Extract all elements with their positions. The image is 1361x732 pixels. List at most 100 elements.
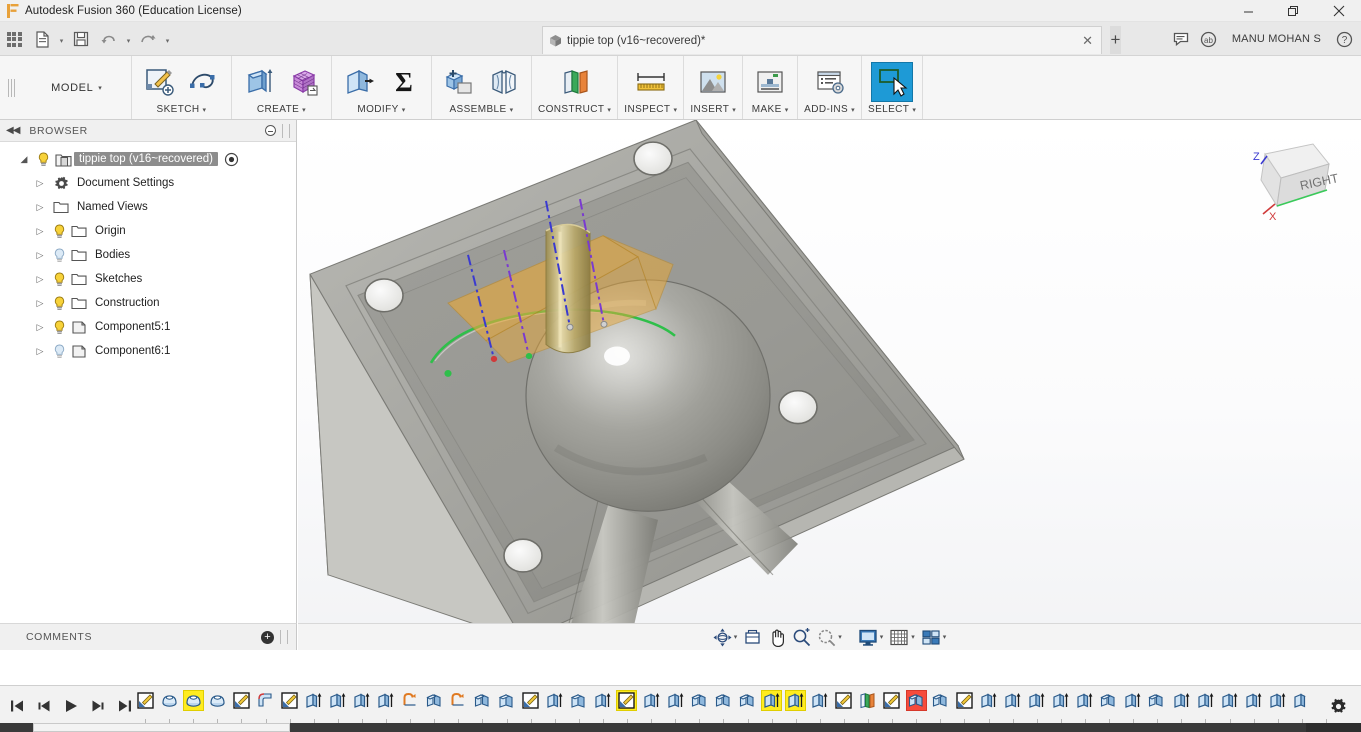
panel-resize-grip[interactable]: [282, 123, 290, 138]
tree-row-root[interactable]: ◢ tippie top (v16~recovered): [0, 147, 296, 171]
timeline-feature-sketch[interactable]: [832, 688, 856, 720]
press-pull-icon[interactable]: [338, 62, 380, 102]
timeline-feature-extrude[interactable]: [976, 688, 1000, 720]
insert-image-icon[interactable]: [692, 62, 734, 102]
combine-sigma-icon[interactable]: Σ: [383, 62, 425, 102]
job-status-icon[interactable]: ab: [1196, 26, 1222, 52]
view-cube[interactable]: RIGHT Z X: [1241, 130, 1341, 225]
tree-row-component6[interactable]: ▷ Component6:1: [0, 339, 296, 363]
chevron-down-icon[interactable]: ▾: [943, 633, 947, 641]
tree-row-named-views[interactable]: ▷ Named Views: [0, 195, 296, 219]
timeline-feature-extrude[interactable]: [1000, 688, 1024, 720]
ribbon-group-label-insert[interactable]: INSERT ▾: [690, 104, 736, 117]
ribbon-group-label-inspect[interactable]: INSPECT ▾: [624, 104, 677, 117]
timeline-horizontal-scrollbar[interactable]: [0, 723, 1361, 732]
visibility-bulb-icon[interactable]: [50, 272, 68, 287]
tree-row-origin[interactable]: ▷ Origin: [0, 219, 296, 243]
viewports-icon[interactable]: ▾: [919, 626, 949, 648]
timeline-feature-mirror[interactable]: [687, 688, 711, 720]
timeline-feature-extrude[interactable]: [591, 688, 615, 720]
new-tab-button[interactable]: +: [1110, 26, 1121, 54]
visibility-bulb-icon[interactable]: [50, 296, 68, 311]
file-menu-caret-icon[interactable]: ▾: [56, 24, 67, 54]
tree-row-bodies[interactable]: ▷ Bodies: [0, 243, 296, 267]
timeline-feature-extrude[interactable]: [808, 688, 832, 720]
scrollbar-end-cap[interactable]: [1306, 723, 1361, 732]
visibility-bulb-icon[interactable]: [50, 224, 68, 239]
extrude-icon[interactable]: [238, 62, 280, 102]
timeline-feature-mirror[interactable]: [711, 688, 735, 720]
timeline-feature-sketch[interactable]: [278, 688, 302, 720]
ribbon-group-label-sketch[interactable]: SKETCH ▾: [138, 104, 225, 117]
comments-resize-grip[interactable]: [280, 630, 288, 644]
tree-row-sketches[interactable]: ▷ Sketches: [0, 267, 296, 291]
joint-icon[interactable]: [483, 62, 525, 102]
timeline-feature-track[interactable]: [133, 686, 1306, 722]
expand-triangle-icon[interactable]: ▷: [30, 346, 50, 357]
3d-viewport[interactable]: RIGHT Z X: [298, 120, 1361, 650]
timeline-feature-mirror[interactable]: [904, 688, 928, 720]
grid-snaps-icon[interactable]: ▾: [887, 626, 917, 648]
timeline-feature-revolve[interactable]: [205, 688, 229, 720]
ribbon-group-label-select[interactable]: SELECT ▾: [868, 104, 916, 117]
timeline-feature-extrude[interactable]: [1217, 688, 1241, 720]
timeline-feature-shell[interactable]: [446, 688, 470, 720]
timeline-feature-sketch[interactable]: [880, 688, 904, 720]
ribbon-group-label-assemble[interactable]: ASSEMBLE ▾: [438, 104, 525, 117]
timeline-feature-extrude[interactable]: [1024, 688, 1048, 720]
ribbon-group-label-make[interactable]: MAKE ▾: [749, 104, 791, 117]
tree-row-component5[interactable]: ▷ Component5:1: [0, 315, 296, 339]
add-comment-icon[interactable]: +: [261, 630, 274, 644]
visibility-bulb-icon[interactable]: [50, 248, 68, 263]
chevron-down-icon[interactable]: ▾: [911, 633, 915, 641]
zoom-in-icon[interactable]: [790, 626, 813, 648]
spline-icon[interactable]: [183, 62, 225, 102]
timeline-feature-extrude[interactable]: [326, 688, 350, 720]
close-button[interactable]: [1316, 0, 1361, 22]
workspace-switcher[interactable]: MODEL ▾: [22, 56, 132, 119]
step-back-button[interactable]: [31, 692, 56, 720]
measure-icon[interactable]: [630, 62, 672, 102]
pan-hand-icon[interactable]: [766, 626, 788, 648]
timeline-feature-extrude[interactable]: [350, 688, 374, 720]
expand-triangle-icon[interactable]: ▷: [30, 298, 50, 309]
timeline-feature-mirror[interactable]: [1097, 688, 1121, 720]
file-icon[interactable]: [28, 24, 56, 54]
ribbon-group-label-create[interactable]: CREATE ▾: [238, 104, 325, 117]
timeline-feature-sketch[interactable]: [615, 688, 639, 720]
visibility-bulb-icon[interactable]: [34, 152, 52, 167]
timeline-settings-gear-icon[interactable]: [1327, 695, 1349, 717]
3d-print-icon[interactable]: [749, 62, 791, 102]
help-question-icon[interactable]: ?: [1331, 26, 1357, 52]
skip-to-beginning-button[interactable]: [4, 692, 29, 720]
zoom-window-icon[interactable]: ▾: [815, 626, 844, 648]
expand-triangle-icon[interactable]: ▷: [30, 202, 50, 213]
timeline-feature-move[interactable]: [494, 688, 518, 720]
expand-triangle-icon[interactable]: ▷: [30, 226, 50, 237]
document-tab[interactable]: tippie top (v16~recovered)* ✕: [542, 26, 1102, 54]
comments-bar[interactable]: COMMENTS +: [0, 623, 297, 650]
addins-scripts-icon[interactable]: [809, 62, 851, 102]
minimize-button[interactable]: [1226, 0, 1271, 22]
offset-plane-icon[interactable]: [554, 62, 596, 102]
create-form-icon[interactable]: [283, 62, 325, 102]
timeline-feature-fillet[interactable]: [253, 688, 277, 720]
timeline-feature-extrude[interactable]: [1049, 688, 1073, 720]
expand-triangle-icon[interactable]: ◢: [14, 154, 34, 165]
tree-row-construction[interactable]: ▷ Construction: [0, 291, 296, 315]
browser-options-icon[interactable]: [265, 125, 276, 136]
undo-arrow-icon[interactable]: [95, 24, 123, 54]
timeline-feature-extrude[interactable]: [1121, 688, 1145, 720]
timeline-feature-mirror[interactable]: [422, 688, 446, 720]
select-window-icon[interactable]: [871, 61, 914, 102]
timeline-feature-sketch[interactable]: [133, 688, 157, 720]
expand-triangle-icon[interactable]: ▷: [30, 322, 50, 333]
scrollbar-thumb[interactable]: [33, 723, 290, 732]
chevron-down-icon[interactable]: ▾: [838, 633, 842, 641]
undo-caret-icon[interactable]: ▾: [123, 24, 134, 54]
redo-arrow-icon[interactable]: [134, 24, 162, 54]
timeline-feature-revolve[interactable]: [157, 688, 181, 720]
redo-caret-icon[interactable]: ▾: [162, 24, 173, 54]
timeline-feature-move[interactable]: [567, 688, 591, 720]
timeline-feature-extrude[interactable]: [784, 688, 808, 720]
